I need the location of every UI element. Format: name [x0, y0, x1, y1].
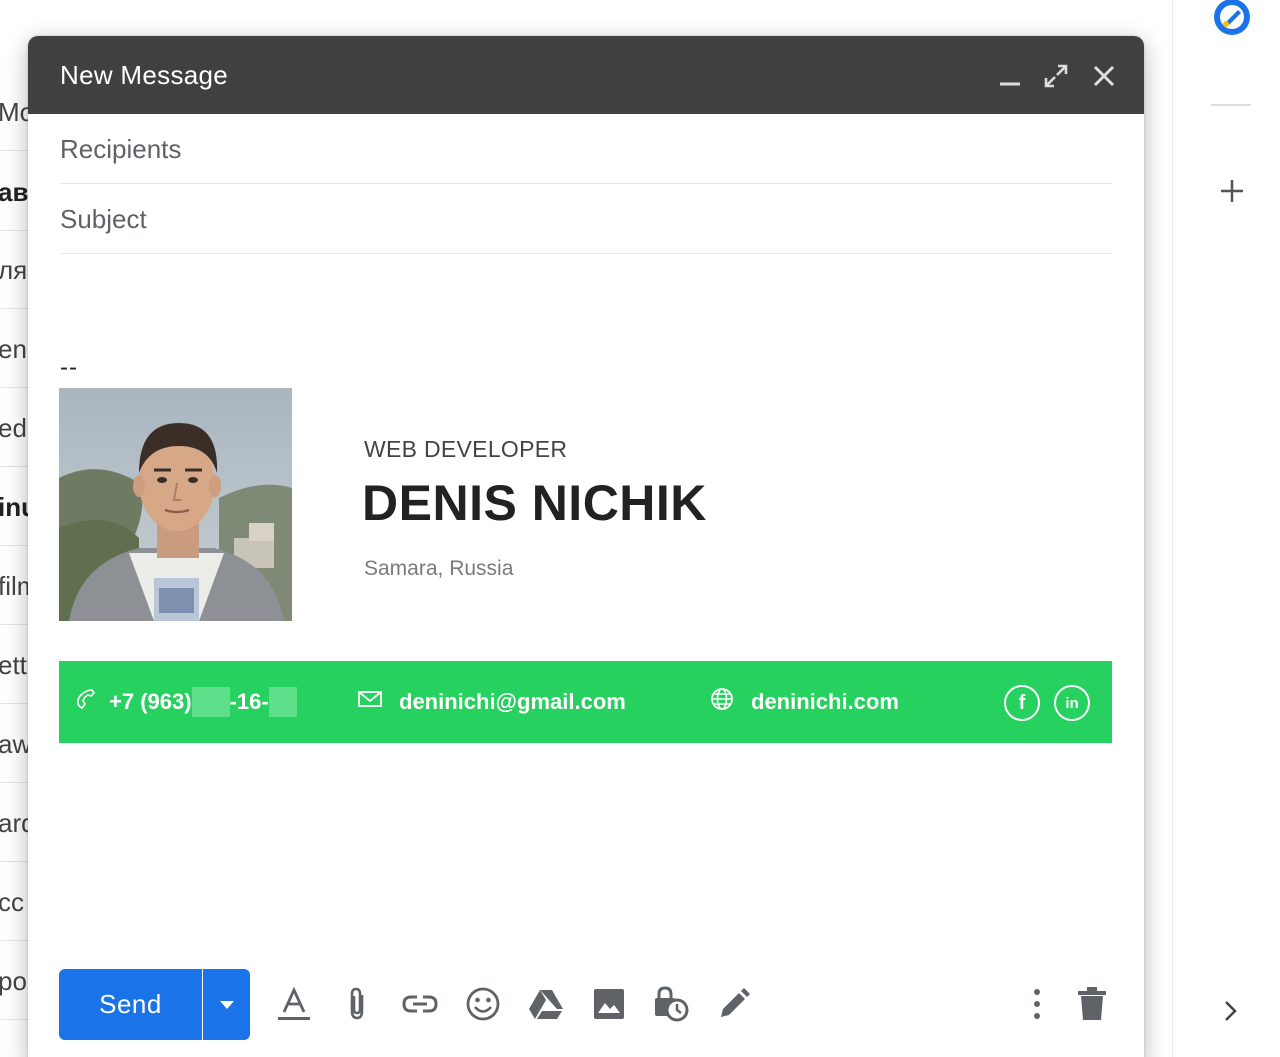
expand-icon[interactable]: [1042, 62, 1070, 90]
send-button[interactable]: Send: [59, 969, 202, 1040]
compose-header[interactable]: New Message: [28, 36, 1144, 114]
signature-location: Samara, Russia: [364, 557, 514, 580]
side-divider: [1211, 104, 1251, 106]
linkedin-icon[interactable]: in: [1054, 685, 1090, 721]
close-icon[interactable]: [1090, 62, 1118, 90]
signature-email[interactable]: deninichi@gmail.com: [357, 661, 626, 743]
link-icon[interactable]: [400, 984, 440, 1024]
signature-role: WEB DEVELOPER: [364, 436, 568, 462]
compose-title: New Message: [60, 60, 229, 90]
recipients-field: [60, 114, 1112, 184]
caret-down-icon: [219, 1000, 234, 1009]
attach-icon[interactable]: [338, 984, 378, 1024]
side-panel: [1172, 0, 1280, 1057]
photo-icon[interactable]: [589, 984, 629, 1024]
phone-mid: -16-: [229, 689, 269, 714]
tasks-icon[interactable]: [1213, 0, 1251, 36]
send-options-button[interactable]: [203, 969, 250, 1040]
compose-dialog: New Message --: [28, 36, 1144, 1057]
drive-icon[interactable]: [526, 984, 566, 1024]
facebook-icon[interactable]: f: [1004, 685, 1040, 721]
signature-name: DENIS NICHIK: [362, 475, 707, 531]
formatting-icon[interactable]: [274, 984, 314, 1024]
mail-icon: [357, 689, 399, 715]
signature-phone[interactable]: +7 (963) -16-: [73, 661, 297, 743]
signature-separator: --: [60, 354, 78, 381]
more-options-icon[interactable]: [1017, 984, 1057, 1024]
subject-input[interactable]: [60, 204, 1112, 235]
discard-icon[interactable]: [1072, 984, 1112, 1024]
email-text: deninichi@gmail.com: [399, 689, 626, 714]
plus-icon[interactable]: [1217, 176, 1247, 206]
confidential-icon[interactable]: [651, 984, 691, 1024]
redacted-block: [268, 687, 297, 717]
phone-icon: [73, 686, 109, 718]
chevron-right-icon[interactable]: [1221, 998, 1241, 1024]
website-text: deninichi.com: [751, 689, 899, 714]
signature-icon[interactable]: [714, 984, 754, 1024]
emoji-icon[interactable]: [463, 984, 503, 1024]
redacted-block: [191, 687, 230, 717]
signature-website[interactable]: deninichi.com: [709, 661, 899, 743]
minimize-icon[interactable]: [996, 62, 1024, 90]
profile-photo: [59, 388, 292, 621]
phone-prefix: +7 (963): [109, 689, 192, 714]
signature-contact-bar: +7 (963) -16- deninichi@gmail.com denini…: [59, 661, 1112, 743]
recipients-input[interactable]: [60, 134, 1112, 165]
subject-field: [60, 184, 1112, 254]
globe-icon: [709, 686, 751, 718]
